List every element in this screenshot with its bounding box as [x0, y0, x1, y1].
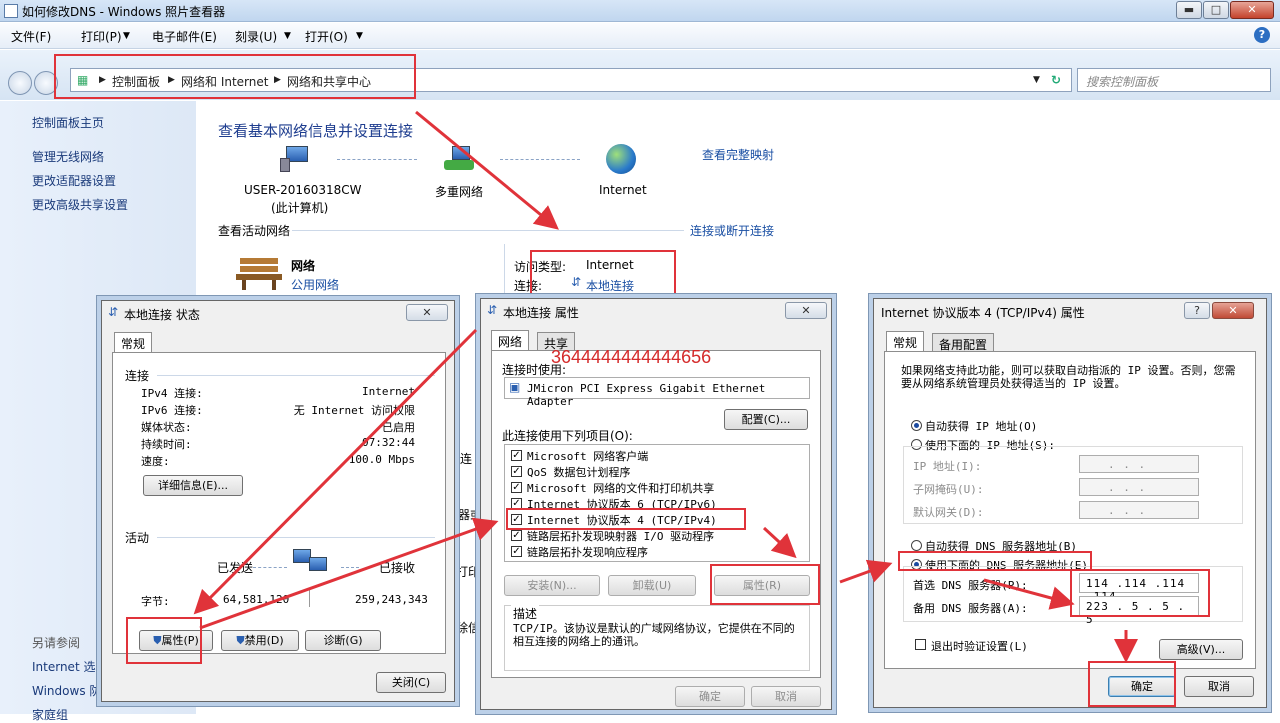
arrow: [199, 517, 499, 630]
arrow: [839, 559, 893, 584]
annotation-arrows: [193, 110, 1138, 663]
arrow: [983, 578, 1075, 610]
arrow: [193, 328, 478, 615]
arrow: [415, 110, 559, 230]
arrow: [762, 526, 797, 559]
